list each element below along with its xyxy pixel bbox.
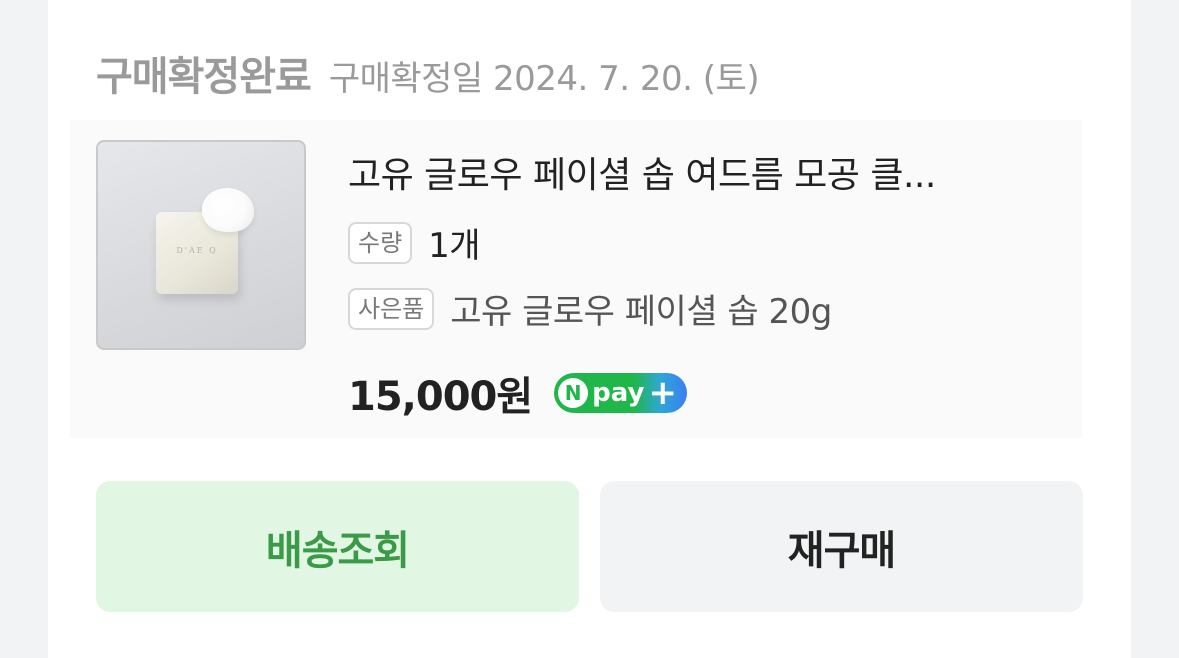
gift-row: 사은품 고유 글로우 페이셜 솝 20g <box>348 284 832 333</box>
gift-label: 사은품 <box>348 287 435 330</box>
product-item[interactable]: D'AE Q 고유 글로우 페이셜 솝 여드름 모공 클... 수량 1개 사은… <box>70 120 1082 438</box>
npay-text: pay <box>592 378 645 408</box>
quantity-label: 수량 <box>348 221 413 264</box>
product-thumbnail[interactable]: D'AE Q <box>96 140 306 350</box>
foam-image <box>202 188 254 232</box>
product-price: 15,000원 <box>348 374 533 420</box>
purchase-confirm-date: 구매확정일 2024. 7. 20. (토) <box>328 59 760 99</box>
soap-brand-mark: D'AE Q <box>176 246 218 255</box>
price-row: 15,000원 N pay + <box>348 364 687 422</box>
gift-value: 고유 글로우 페이셜 솝 20g <box>450 292 832 332</box>
order-card: 구매확정완료 구매확정일 2024. 7. 20. (토) D'AE Q 고유 … <box>48 0 1131 658</box>
track-delivery-button[interactable]: 배송조회 <box>96 481 579 612</box>
product-name[interactable]: 고유 글로우 페이셜 솝 여드름 모공 클... <box>348 146 1068 198</box>
quantity-value: 1개 <box>428 226 481 266</box>
quantity-row: 수량 1개 <box>348 218 481 267</box>
order-status: 구매확정완료 <box>96 54 312 100</box>
npay-plus-icon: N pay + <box>554 373 687 413</box>
order-status-row: 구매확정완료 구매확정일 2024. 7. 20. (토) <box>96 44 760 102</box>
npay-n-circle: N <box>558 378 589 408</box>
npay-plus-sign: + <box>648 373 677 413</box>
rebuy-button[interactable]: 재구매 <box>600 481 1083 612</box>
